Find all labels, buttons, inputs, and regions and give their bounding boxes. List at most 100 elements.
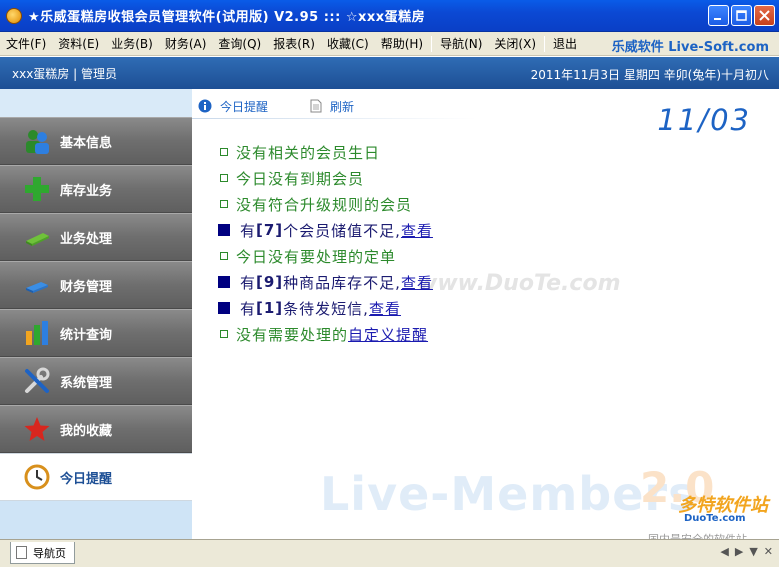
bullet-icon	[220, 200, 228, 208]
bullet-icon	[220, 330, 228, 338]
plus-icon	[22, 174, 52, 204]
tab-navigation-page[interactable]: 导航页	[10, 542, 75, 564]
today-reminder-label: 今日提醒	[220, 99, 269, 114]
sidebar-item-system[interactable]: 系统管理	[0, 357, 192, 405]
menu-data[interactable]: 资料(E)	[52, 35, 105, 52]
reminder-item: 没有需要处理的 自定义提醒	[220, 321, 433, 347]
menu-file[interactable]: 文件(F)	[0, 35, 52, 52]
view-link[interactable]: 查看	[401, 272, 433, 293]
sidebar-item-basic-info[interactable]: 基本信息	[0, 117, 192, 165]
menu-favorites[interactable]: 收藏(C)	[321, 35, 375, 52]
menu-separator	[431, 35, 433, 52]
reminder-post: 种商品库存不足,	[283, 273, 401, 292]
user-role: 管理员	[81, 66, 118, 81]
reminder-pre: 有	[240, 273, 257, 292]
info-icon	[198, 99, 212, 113]
tab-list-icon[interactable]: ▼	[749, 545, 757, 558]
user-info: xxx蛋糕房 | 管理员	[12, 65, 117, 82]
menu-exit[interactable]: 退出	[547, 35, 583, 52]
sidebar-item-label: 财务管理	[60, 279, 113, 295]
menu-report[interactable]: 报表(R)	[267, 35, 321, 52]
reminder-count: [7]	[256, 221, 284, 239]
today-date-display: 11/03	[657, 103, 751, 137]
money-icon	[22, 270, 52, 300]
menu-close[interactable]: 关闭(X)	[488, 35, 542, 52]
reminder-text: 今日没有要处理的定单	[236, 247, 397, 266]
sidebar-item-label: 我的收藏	[60, 423, 113, 439]
current-date: 2011年11月3日 星期四 辛卯(兔年)十月初八	[530, 68, 769, 82]
maximize-icon	[736, 10, 747, 21]
bullet-icon	[218, 276, 230, 288]
menu-business[interactable]: 业务(B)	[105, 35, 159, 52]
page-icon	[16, 546, 27, 559]
reminder-item: 有 [1] 条待发短信, 查看	[218, 295, 433, 321]
sidebar-item-statistics[interactable]: 统计查询	[0, 309, 192, 357]
shop-name: xxx蛋糕房	[12, 66, 70, 81]
duote-slogan: 国内最安全的软件站	[648, 531, 747, 539]
bullet-icon	[218, 224, 230, 236]
site-watermark: www.DuoTe.com	[417, 271, 621, 296]
reminder-text: 没有相关的会员生日	[236, 143, 381, 162]
star-icon	[22, 414, 52, 444]
window-title: ★乐威蛋糕房收银会员管理软件(试用版) V2.95 ::: ☆xxx蛋糕房	[28, 10, 426, 25]
tab-next-icon[interactable]: ▶	[735, 545, 743, 558]
sidebar-item-inventory[interactable]: 库存业务	[0, 165, 192, 213]
tab-controls: ◀ ▶ ▼ ✕	[720, 545, 773, 558]
tab-label: 导航页	[33, 546, 66, 560]
today-reminder-tab[interactable]: 今日提醒	[198, 98, 268, 115]
reminder-list: 没有相关的会员生日 今日没有到期会员 没有符合升级规则的会员 有 [7] 个会员…	[218, 139, 433, 347]
sidebar-item-label: 库存业务	[60, 183, 113, 199]
reminder-item: 有 [9] 种商品库存不足, 查看	[218, 269, 433, 295]
bullet-icon	[220, 148, 228, 156]
bar-chart-icon	[22, 318, 52, 348]
document-icon	[310, 99, 322, 113]
view-link[interactable]: 查看	[369, 298, 401, 319]
menu-finance[interactable]: 财务(A)	[159, 35, 213, 52]
toolbar-divider	[192, 118, 477, 119]
minimize-button[interactable]	[708, 5, 729, 26]
tab-prev-icon[interactable]: ◀	[720, 545, 728, 558]
info-divider: |	[73, 66, 81, 81]
sidebar-item-favorites[interactable]: 我的收藏	[0, 405, 192, 453]
tab-close-icon[interactable]: ✕	[764, 545, 773, 558]
maximize-button[interactable]	[731, 5, 752, 26]
reminder-item: 今日没有到期会员	[220, 165, 433, 191]
reminder-item: 有 [7] 个会员储值不足, 查看	[218, 217, 433, 243]
sidebar-item-finance[interactable]: 财务管理	[0, 261, 192, 309]
menu-navigate[interactable]: 导航(N)	[434, 35, 488, 52]
tools-icon	[22, 366, 52, 396]
reminder-pre: 有	[240, 221, 257, 240]
menu-bar: 文件(F) 资料(E) 业务(B) 财务(A) 查询(Q) 报表(R) 收藏(C…	[0, 32, 779, 56]
sidebar-item-label: 统计查询	[60, 327, 113, 343]
reminder-count: [1]	[256, 299, 284, 317]
reminder-item: 今日没有要处理的定单	[220, 243, 433, 269]
card-icon	[22, 222, 52, 252]
close-button[interactable]	[754, 5, 775, 26]
people-icon	[22, 126, 52, 156]
bullet-icon	[220, 174, 228, 182]
sidebar-item-today-reminder[interactable]: 今日提醒	[0, 453, 192, 501]
sidebar-item-label: 今日提醒	[60, 471, 113, 487]
reminder-count: [9]	[256, 273, 284, 291]
bullet-icon	[218, 302, 230, 314]
sidebar-item-business[interactable]: 业务处理	[0, 213, 192, 261]
title-bar: ★乐威蛋糕房收银会员管理软件(试用版) V2.95 ::: ☆xxx蛋糕房	[0, 0, 779, 32]
sidebar-item-label: 基本信息	[60, 135, 113, 151]
view-link[interactable]: 查看	[401, 220, 433, 241]
refresh-button[interactable]: 刷新	[310, 98, 354, 115]
reminder-toolbar: 今日提醒 刷新	[192, 95, 390, 117]
menu-help[interactable]: 帮助(H)	[375, 35, 429, 52]
minimize-icon	[714, 18, 721, 20]
sidebar: 基本信息 库存业务 业务处理 财务管理 统计查询 系统管理 我的收藏 今日提醒	[0, 89, 192, 539]
duote-domain: DuoTe.com	[684, 513, 746, 524]
menu-separator	[544, 35, 546, 52]
main-panel: 今日提醒 刷新 11/03 www.DuoTe.com 没有相关的会员生日 今日…	[192, 89, 779, 539]
custom-reminder-link[interactable]: 自定义提醒	[348, 324, 428, 345]
reminder-item: 没有相关的会员生日	[220, 139, 433, 165]
refresh-label: 刷新	[330, 99, 355, 114]
reminder-post: 个会员储值不足,	[283, 221, 401, 240]
window-controls	[708, 5, 775, 26]
menu-query[interactable]: 查询(Q)	[212, 35, 267, 52]
reminder-pre: 没有需要处理的	[236, 325, 349, 344]
sidebar-item-label: 业务处理	[60, 231, 113, 247]
